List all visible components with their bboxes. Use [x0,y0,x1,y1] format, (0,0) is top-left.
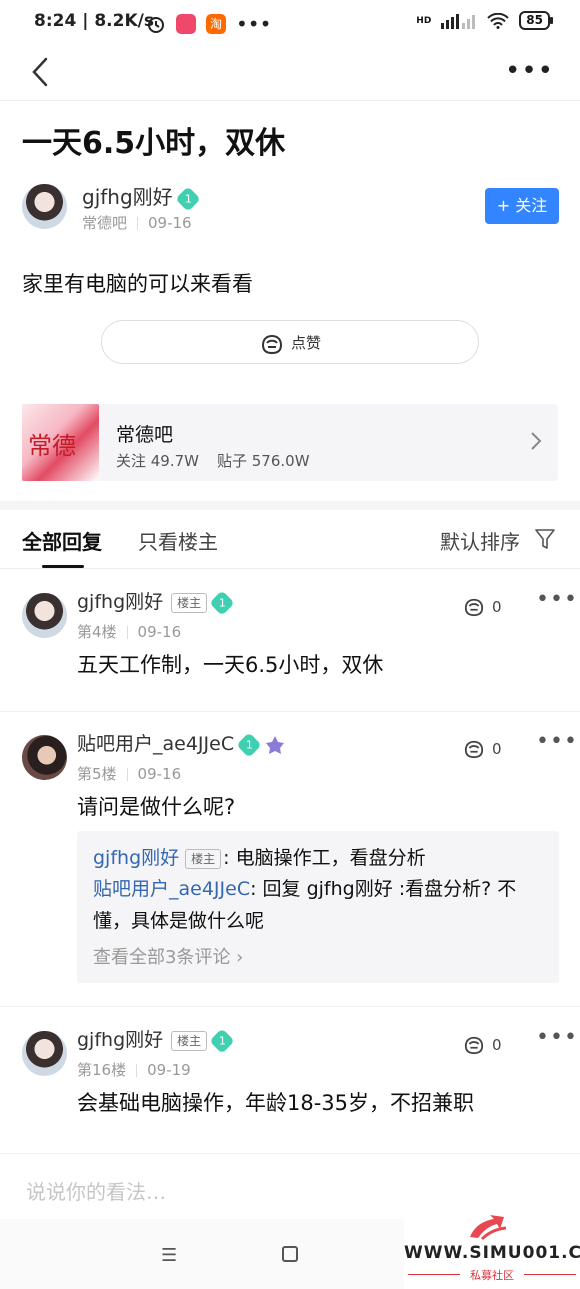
member-badge-icon [266,735,285,754]
reply-avatar[interactable] [22,735,67,780]
taobao-icon: 淘 [206,14,226,34]
tab-op-only[interactable]: 只看楼主 [138,526,218,555]
section-gap [0,501,580,510]
reply-text: 请问是做什么呢? [77,795,236,819]
reply-like-count: 0 [492,1036,502,1054]
sub-comment-text: : 电脑操作工，看盘分析 [223,847,426,869]
reply-more-button[interactable]: ••• [536,1025,578,1050]
signal-icon [441,13,476,29]
sub-comment-user[interactable]: gjfhg刚好 [93,847,179,869]
post-forum: 常德吧 [82,214,128,232]
sort-button[interactable]: 默认排序 [440,526,520,555]
forum-card[interactable]: 常德 常德吧 关注 49.7W 贴子 576.0W [22,404,558,481]
reply-like-button[interactable]: 0 [462,1035,502,1055]
forum-image: 常德 [22,404,99,481]
reply-more-button[interactable]: ••• [536,729,578,754]
reply-text: 会基础电脑操作，年龄18-35岁，不招兼职 [77,1091,475,1115]
op-badge: 楼主 [171,592,208,613]
level-badge-icon: 1 [174,185,201,212]
reply-like-button[interactable]: 0 [462,739,502,759]
watermark-site: WWW.SIMU001.CN [404,1243,580,1263]
reply-floor: 第4楼 [77,623,117,641]
comment-input[interactable]: 说说你的看法… [26,1176,166,1205]
reply-like-count: 0 [492,598,502,616]
reply-date: 09-16 [137,765,182,783]
sub-comment-user[interactable]: 贴吧用户_ae4JJeC [93,878,250,900]
reply-text: 五天工作制，一天6.5小时，双休 [77,653,384,677]
sub-comment: gjfhg刚好 楼主: 电脑操作工，看盘分析 [93,843,426,870]
like-icon [464,740,484,759]
more-options-button[interactable]: ••• [505,56,554,86]
app-notify-icon [176,14,196,34]
status-bar: 8:24 | 8.2K/s 淘 ••• HD 85 [0,0,580,44]
reply-like-button[interactable]: 0 [462,597,502,617]
tab-all-replies[interactable]: 全部回复 [22,526,102,555]
hd-label: HD [416,15,432,26]
home-icon[interactable] [282,1246,298,1262]
battery-icon: 85 [519,11,553,30]
reply-floor: 第5楼 [77,765,117,783]
watermark-logo-icon [470,1215,507,1241]
reply-floor: 第16楼 [77,1061,127,1079]
wifi-icon [487,12,510,29]
level-badge-icon: 1 [209,1027,235,1054]
level-badge-icon: 1 [209,589,235,616]
post-body: 家里有电脑的可以来看看 [22,272,253,296]
author-avatar[interactable] [22,184,67,229]
reply-avatar[interactable] [22,593,67,638]
reply-username[interactable]: gjfhg刚好 [77,591,163,613]
reply-divider [0,711,580,712]
watermark-sub: 私募社区 [470,1269,514,1282]
sub-comment: 贴吧用户_ae4JJeC: 回复 gjfhg刚好 :看盘分析? 不懂，具体是做什… [93,873,553,937]
level-badge-icon: 1 [236,731,262,758]
reply-username[interactable]: 贴吧用户_ae4JJeC [77,733,234,755]
author-name[interactable]: gjfhg刚好 [82,185,173,209]
reply-avatar[interactable] [22,1031,67,1076]
reply-username[interactable]: gjfhg刚好 [77,1029,163,1051]
forum-posts: 贴子 576.0W [217,452,310,470]
watermark: WWW.SIMU001.CN 私募社区 [404,1205,580,1289]
forum-followers: 关注 49.7W [116,452,199,470]
filter-icon[interactable] [535,528,555,550]
more-notifications-icon: ••• [236,12,272,36]
status-time: 8:24 [34,11,77,31]
alarm-icon [148,17,164,33]
post-title: 一天6.5小时，双休 [22,126,286,161]
like-icon [464,1036,484,1055]
tabs-divider [0,568,580,569]
reply-date: 09-19 [147,1061,191,1079]
reply-divider [0,1006,580,1007]
forum-name: 常德吧 [116,424,174,446]
like-button[interactable]: 点赞 [101,320,479,364]
like-icon [464,598,484,617]
reply-more-button[interactable]: ••• [536,587,578,612]
menu-icon[interactable]: ☰ [161,1245,177,1266]
view-all-comments-link[interactable]: 查看全部3条评论 › [93,943,243,969]
like-label: 点赞 [290,334,321,352]
reply-like-count: 0 [492,740,502,758]
op-badge: 楼主 [171,1030,208,1051]
op-badge: 楼主 [185,848,222,869]
post-date: 09-16 [148,214,192,232]
like-icon [261,334,282,354]
nav-bar: ••• [0,44,580,100]
nav-divider [0,100,580,101]
status-app-icons: 淘 ••• [146,12,271,36]
reply-date: 09-16 [137,623,182,641]
back-button[interactable] [28,56,52,88]
sub-comments: gjfhg刚好 楼主: 电脑操作工，看盘分析 贴吧用户_ae4JJeC: 回复 g… [77,831,559,983]
post-detail-screen: 8:24 | 8.2K/s 淘 ••• HD 85 ••• 一天6.5小时，双休… [0,0,580,1289]
follow-button[interactable]: + 关注 [485,188,559,224]
chevron-right-icon [531,432,542,450]
